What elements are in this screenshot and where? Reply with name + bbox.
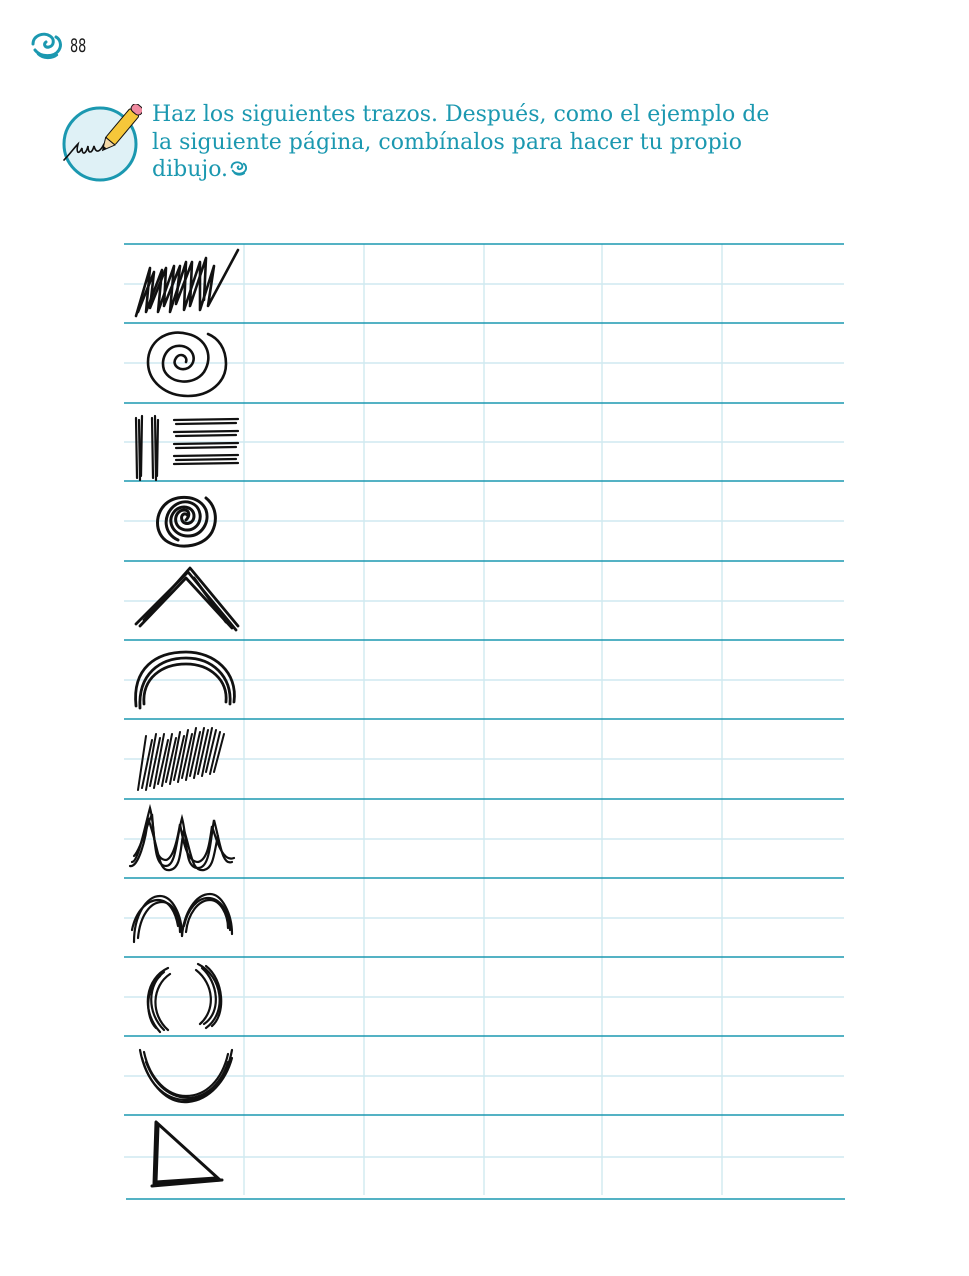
inverted-v-stroke	[134, 566, 240, 632]
vertical-and-horizontal-lines-stroke	[134, 414, 240, 482]
triangle-stroke	[150, 1120, 224, 1188]
stroke-examples	[128, 248, 240, 1188]
diagonal-hatching-stroke	[137, 727, 225, 791]
spiral-stroke	[146, 331, 228, 398]
zigzag-scribble-stroke	[134, 248, 240, 318]
u-curve-stroke	[138, 1048, 234, 1104]
dense-spiral-stroke	[156, 495, 217, 548]
parentheses-curves-stroke	[146, 962, 223, 1034]
double-arches-stroke	[130, 892, 234, 944]
connected-loops-down-stroke	[128, 803, 236, 872]
arch-stroke	[134, 650, 236, 710]
